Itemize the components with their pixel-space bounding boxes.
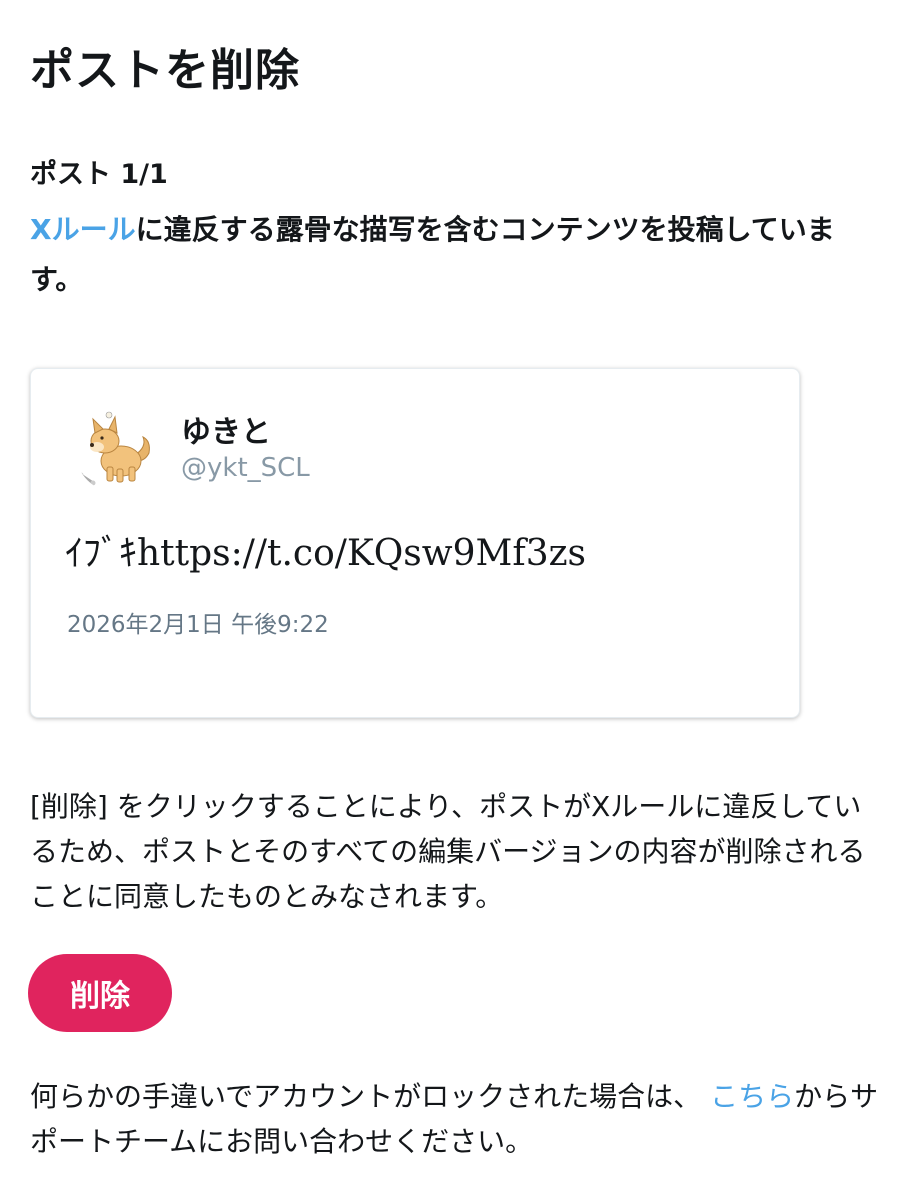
support-message: 何らかの手違いでアカウントがロックされた場合は、 こちらからサポートチームにお問… xyxy=(30,1074,880,1164)
author-name: ゆきと xyxy=(181,415,271,450)
tweet-text: ｲﾌﾞｷhttps://t.co/KQsw9Mf3zs xyxy=(65,533,587,574)
avatar-image xyxy=(75,407,161,493)
shiba-dog-avatar-icon xyxy=(75,407,161,493)
post-counter: ポスト 1/1 xyxy=(30,159,168,190)
violation-message: Xルールに違反する露骨な描写を含むコンテンツを投稿しています。 xyxy=(30,205,880,305)
x-rules-link[interactable]: Xルール xyxy=(30,213,136,246)
tweet-date: 2026年2月1日 午後9:22 xyxy=(67,612,329,638)
author-handle: @ykt_SCL xyxy=(181,453,310,483)
consent-text: [削除] をクリックすることにより、ポストがXルールに違反しているため、ポストと… xyxy=(30,790,866,913)
support-text: 何らかの手違いでアカウントがロックされた場合は、 xyxy=(30,1080,702,1113)
page-title: ポストを削除 xyxy=(30,45,300,96)
support-link[interactable]: こちら xyxy=(710,1080,794,1113)
violation-text: に違反する露骨な描写を含むコンテンツを投稿しています。 xyxy=(30,213,835,296)
tweet-card: ゆきと @ykt_SCL ｲﾌﾞｷhttps://t.co/KQsw9Mf3zs… xyxy=(30,368,800,718)
delete-button[interactable]: 削除 xyxy=(28,954,172,1032)
